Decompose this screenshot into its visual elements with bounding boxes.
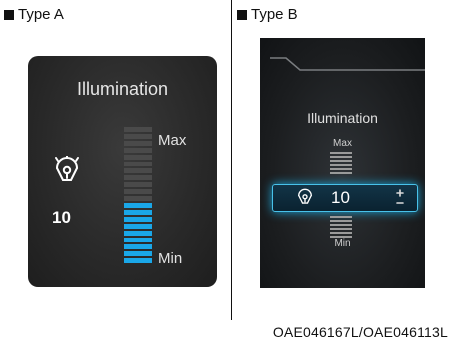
level-segment [124, 209, 152, 215]
level-segment [124, 189, 152, 195]
min-label: Min [158, 250, 183, 267]
type-b-label-row: Type B [237, 6, 298, 23]
lower-level-stripes [330, 216, 352, 240]
panel-frame-line [270, 57, 425, 71]
level-stripe [330, 152, 352, 154]
level-segment [124, 127, 152, 132]
level-segment [124, 175, 152, 181]
type-a-label-row: Type A [4, 6, 64, 23]
bullet-square-icon [4, 9, 14, 20]
level-stripe [330, 172, 352, 174]
max-label: Max [158, 132, 187, 149]
dashboard-illumination-icon [55, 156, 79, 181]
figure-caption: OAE046167L/OAE046113L [272, 324, 448, 340]
level-segment [124, 258, 152, 264]
up-down-adjust-icon[interactable] [394, 188, 406, 208]
level-stripe [330, 232, 352, 234]
level-stripe [330, 228, 352, 230]
illumination-title: Illumination [76, 79, 169, 99]
type-b-label: Type B [251, 6, 298, 23]
illumination-level-bar[interactable] [124, 126, 152, 264]
level-segment [124, 216, 152, 222]
dashboard-illumination-icon [298, 188, 312, 204]
level-segment [124, 168, 152, 174]
illumination-title: Illumination [307, 110, 378, 126]
level-stripe [330, 224, 352, 226]
level-stripe [330, 220, 352, 222]
bullet-square-icon [237, 9, 247, 20]
column-divider [231, 0, 232, 320]
level-segment [124, 251, 152, 257]
level-segment [124, 161, 152, 167]
level-segment [124, 133, 152, 139]
level-segment [124, 196, 152, 201]
level-segment [124, 202, 152, 208]
type-b-illumination-panel: Illumination Max 10 Min [260, 38, 425, 288]
type-a-label: Type A [18, 6, 64, 23]
min-label: Min [334, 238, 351, 249]
illumination-value: 10 [52, 208, 71, 227]
level-segment [124, 244, 152, 250]
level-segment [124, 223, 152, 229]
level-segment [124, 140, 152, 146]
level-stripe [330, 216, 352, 218]
level-segment [124, 147, 152, 153]
level-stripe [330, 160, 352, 162]
level-segment [124, 182, 152, 188]
illumination-value: 10 [331, 188, 350, 207]
level-stripe [330, 164, 352, 166]
illumination-selector[interactable]: 10 [272, 184, 418, 212]
level-segment [124, 154, 152, 160]
type-a-illumination-panel: Illumination Max Min 10 [28, 56, 217, 287]
level-segment [124, 237, 152, 243]
level-stripe [330, 156, 352, 158]
upper-level-stripes [330, 152, 352, 176]
max-label: Max [333, 138, 352, 149]
level-stripe [330, 168, 352, 170]
level-segment [124, 230, 152, 236]
